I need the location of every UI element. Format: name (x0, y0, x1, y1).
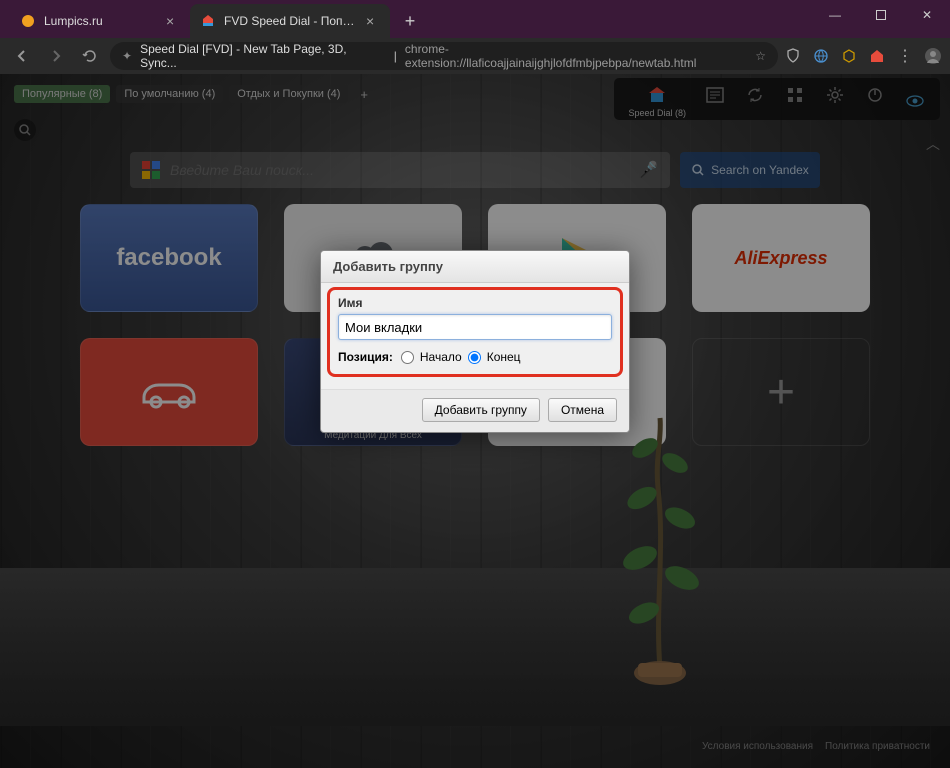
close-button[interactable]: ✕ (904, 0, 950, 30)
position-end-radio[interactable] (468, 351, 481, 364)
position-end-label: Конец (487, 350, 521, 364)
window-titlebar: Lumpics.ru × FVD Speed Dial - Популярные… (0, 0, 950, 38)
house-icon[interactable] (868, 47, 886, 65)
tab-title: Lumpics.ru (44, 14, 160, 28)
favicon-lumpics (20, 13, 36, 29)
dialog-title: Добавить группу (321, 251, 629, 283)
position-row: Позиция: Начало Конец (338, 350, 612, 364)
menu-dots-icon[interactable]: ⋮ (896, 47, 914, 65)
minimize-button[interactable]: — (812, 0, 858, 30)
avatar-icon[interactable] (924, 47, 942, 65)
speed-dial-page: Популярные (8) По умолчанию (4) Отдых и … (0, 74, 950, 768)
cancel-button[interactable]: Отмена (548, 398, 617, 422)
forward-button[interactable] (42, 42, 70, 70)
cube-icon[interactable] (840, 47, 858, 65)
tab-strip: Lumpics.ru × FVD Speed Dial - Популярные… (0, 4, 424, 38)
highlighted-section: Имя Позиция: Начало Конец (327, 287, 623, 377)
position-label: Позиция: (338, 350, 393, 364)
favicon-speeddial (200, 13, 216, 29)
group-name-input[interactable] (338, 314, 612, 340)
extension-icon: ✦ (122, 49, 132, 63)
extension-icons: ⋮ (784, 47, 942, 65)
tab-close-icon[interactable]: × (366, 14, 380, 28)
new-tab-button[interactable]: + (396, 7, 424, 35)
url-text: chrome-extension://llaficoajjainaijghjlo… (405, 42, 739, 70)
back-button[interactable] (8, 42, 36, 70)
tab-close-icon[interactable]: × (166, 14, 180, 28)
reload-button[interactable] (76, 42, 104, 70)
shield-icon[interactable] (784, 47, 802, 65)
address-bar: ✦ Speed Dial [FVD] - New Tab Page, 3D, S… (0, 38, 950, 74)
tab-title: FVD Speed Dial - Популярные (224, 14, 360, 28)
submit-button[interactable]: Добавить группу (422, 398, 540, 422)
add-group-dialog: Добавить группу Имя Позиция: Начало Коне… (320, 250, 630, 433)
window-controls: — ✕ (812, 0, 950, 30)
tab-speeddial[interactable]: FVD Speed Dial - Популярные × (190, 4, 390, 38)
omnibox[interactable]: ✦ Speed Dial [FVD] - New Tab Page, 3D, S… (110, 42, 778, 70)
position-start-label: Начало (420, 350, 462, 364)
maximize-button[interactable] (858, 0, 904, 30)
name-label: Имя (338, 296, 612, 310)
globe-icon[interactable] (812, 47, 830, 65)
position-start-radio[interactable] (401, 351, 414, 364)
page-hint: Speed Dial [FVD] - New Tab Page, 3D, Syn… (140, 42, 386, 70)
bookmark-star-icon[interactable]: ☆ (755, 49, 766, 63)
tab-lumpics[interactable]: Lumpics.ru × (10, 4, 190, 38)
